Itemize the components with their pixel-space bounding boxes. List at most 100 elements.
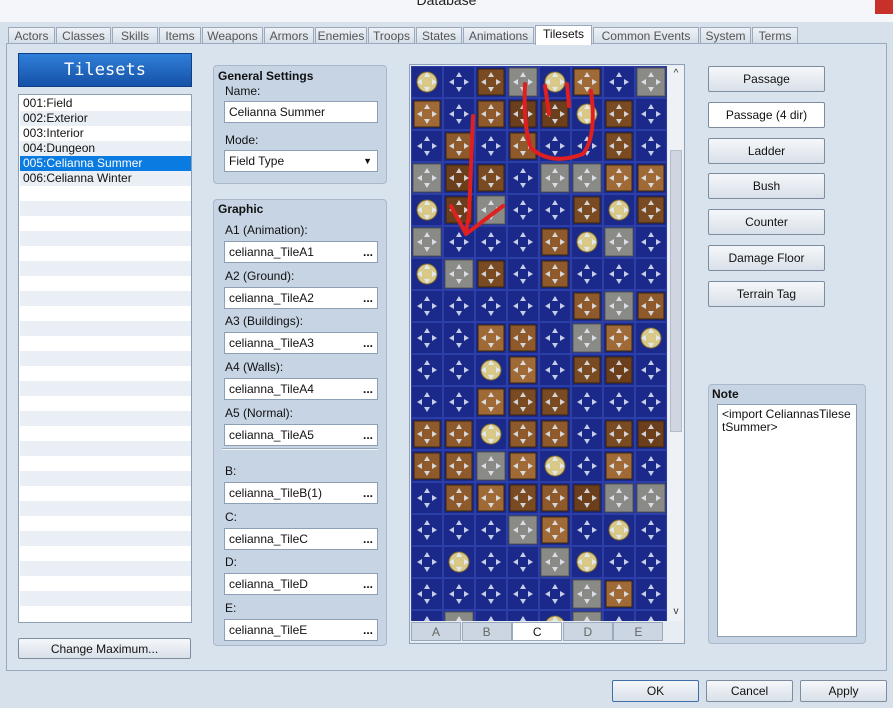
tab-armors[interactable]: Armors [264,27,314,44]
cancel-button[interactable]: Cancel [706,680,793,702]
mode-select-value: Field Type [229,154,285,168]
tab-system[interactable]: System [700,27,751,44]
browse-icon[interactable]: ... [363,620,373,640]
note-textarea[interactable]: <import CeliannasTilesetSummer> [717,404,857,637]
graphic-file-value: celianna_TileA5 [229,428,314,442]
list-stripe [20,261,191,276]
name-input[interactable]: Celianna Summer [224,101,378,123]
graphic-file-value: celianna_TileE [229,623,308,637]
general-settings-title: General Settings [218,69,314,83]
mode-bush-button[interactable]: Bush [708,173,825,200]
graphic-label: A1 (Animation): [225,223,308,237]
tileset-list-item[interactable]: 005:Celianna Summer [20,156,191,171]
title-bar: Database [0,0,893,22]
tab-common-events[interactable]: Common Events [593,27,699,44]
browse-icon[interactable]: ... [363,425,373,445]
graphic-file-field[interactable]: celianna_TileA4... [224,378,378,400]
general-settings-group: General Settings Name: Celianna Summer M… [213,65,387,184]
mode-label: Mode: [225,133,259,147]
palette-tabs: ABCDE [411,622,665,642]
list-stripe [20,591,191,606]
graphic-label: A4 (Walls): [225,360,284,374]
scroll-thumb[interactable] [670,150,682,432]
tab-terms[interactable]: Terms [752,27,798,44]
note-title: Note [712,387,739,401]
list-stripe [20,471,191,486]
note-group: Note <import CeliannasTilesetSummer> [708,384,866,644]
list-stripe [20,561,191,576]
graphic-file-field[interactable]: celianna_TileC... [224,528,378,550]
tileset-list-item[interactable]: 006:Celianna Winter [20,171,191,186]
tileset-list-item[interactable]: 001:Field [20,96,191,111]
palette-tab-e[interactable]: E [613,622,664,641]
tile-palette[interactable] [411,66,667,621]
graphic-file-value: celianna_TileA1 [229,245,314,259]
browse-icon[interactable]: ... [363,333,373,353]
mode-passage-4-dir-button[interactable]: Passage (4 dir) [708,101,825,128]
palette-tab-b[interactable]: B [461,622,512,641]
palette-tab-c[interactable]: C [512,622,563,641]
browse-icon[interactable]: ... [363,288,373,308]
tileset-list-item[interactable]: 004:Dungeon [20,141,191,156]
graphic-file-value: celianna_TileA2 [229,291,314,305]
tab-animations[interactable]: Animations [463,27,534,44]
browse-icon[interactable]: ... [363,574,373,594]
tab-items[interactable]: Items [159,27,201,44]
tab-states[interactable]: States [416,27,462,44]
mode-select[interactable]: Field Type ▼ [224,150,378,172]
tileset-list-item[interactable]: 003:Interior [20,126,191,141]
tab-actors[interactable]: Actors [8,27,55,44]
graphic-group: Graphic A1 (Animation): celianna_TileA1..… [213,199,387,646]
palette-scrollbar[interactable]: ^ v [668,66,684,621]
name-label: Name: [225,84,261,98]
scroll-down-button[interactable]: v [668,604,684,620]
note-text: <import CeliannasTilesetSummer> [722,407,851,434]
list-stripe [20,441,191,456]
browse-icon[interactable]: ... [363,379,373,399]
tileset-list[interactable]: 001:Field 002:Exterior 003:Interior 004:Dun… [18,94,192,623]
graphic-label: A3 (Buildings): [225,314,304,328]
graphic-title: Graphic [218,202,264,216]
list-stripe [20,381,191,396]
list-stripe [20,201,191,216]
mode-terrain-tag-button[interactable]: Terrain Tag [708,280,825,307]
browse-icon[interactable]: ... [363,242,373,262]
graphic-label: E: [225,601,237,615]
apply-button[interactable]: Apply [800,680,887,702]
mode-passage-button[interactable]: Passage [708,66,825,92]
graphic-file-field[interactable]: celianna_TileA2... [224,287,378,309]
tab-enemies[interactable]: Enemies [315,27,367,44]
close-window-button[interactable] [875,0,893,14]
graphic-file-field[interactable]: celianna_TileA1... [224,241,378,263]
mode-counter-button[interactable]: Counter [708,209,825,236]
mode-damage-floor-button[interactable]: Damage Floor [708,245,825,271]
graphic-file-value: celianna_TileA3 [229,336,314,350]
graphic-label: A5 (Normal): [225,406,294,420]
graphic-file-field[interactable]: celianna_TileB(1)... [224,482,378,504]
graphic-file-field[interactable]: celianna_TileA5... [224,424,378,446]
graphic-file-field[interactable]: celianna_TileE... [224,619,378,641]
scroll-up-button[interactable]: ^ [668,66,684,82]
list-stripe [20,501,191,516]
graphic-file-field[interactable]: celianna_TileA3... [224,332,378,354]
graphic-label: A2 (Ground): [225,269,295,283]
tab-weapons[interactable]: Weapons [202,27,263,44]
tab-troops[interactable]: Troops [368,27,415,44]
browse-icon[interactable]: ... [363,529,373,549]
tileset-list-item[interactable]: 002:Exterior [20,111,191,126]
graphic-file-value: celianna_TileB(1) [229,486,322,500]
tab-tilesets[interactable]: Tilesets [535,25,592,45]
tileset-list-title: Tilesets [64,60,146,80]
graphic-file-field[interactable]: celianna_TileD... [224,573,378,595]
browse-icon[interactable]: ... [363,483,373,503]
chevron-down-icon: ▼ [363,156,372,166]
graphic-file-value: celianna_TileA4 [229,382,314,396]
graphic-label: B: [225,464,237,478]
mode-ladder-button[interactable]: Ladder [708,137,825,164]
ok-button[interactable]: OK [612,680,699,702]
change-maximum-button[interactable]: Change Maximum... [18,638,191,659]
tab-classes[interactable]: Classes [56,27,111,44]
tab-skills[interactable]: Skills [112,27,158,44]
palette-tab-d[interactable]: D [562,622,613,641]
palette-tab-a[interactable]: A [411,622,461,641]
